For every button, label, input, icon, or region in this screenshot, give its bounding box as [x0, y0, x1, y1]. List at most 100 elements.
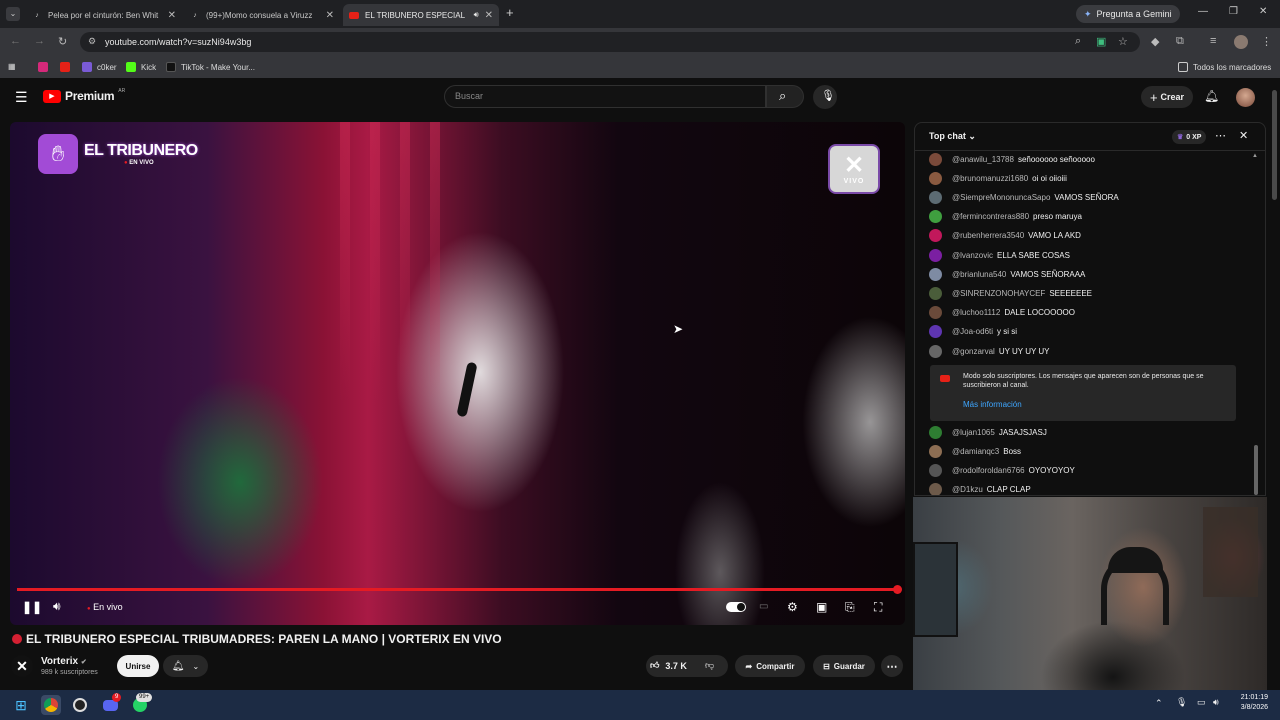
reading-list-icon[interactable]: ≡: [1210, 35, 1216, 47]
chat-user-avatar[interactable]: [929, 483, 942, 495]
subtitles-icon[interactable]: ▭: [759, 601, 768, 612]
chat-username[interactable]: @Joa-od6ti: [952, 327, 993, 336]
chat-user-avatar[interactable]: [929, 463, 942, 477]
chat-username[interactable]: @SiempreMononuncaSapo: [952, 193, 1050, 202]
chat-user-avatar[interactable]: [929, 210, 942, 224]
apps-icon[interactable]: ▦: [8, 62, 16, 71]
gemini-button[interactable]: ✦ Pregunta a Gemini: [1076, 5, 1180, 23]
tray-volume-icon[interactable]: 🔊︎: [1213, 697, 1219, 708]
bookmark-tiktok[interactable]: TikTok - Make Your...: [166, 62, 255, 72]
hamburger-menu-icon[interactable]: ☰: [15, 89, 28, 106]
fullscreen-icon[interactable]: ⛶: [874, 600, 882, 615]
chat-username[interactable]: @D1kzu: [952, 485, 983, 494]
chat-username[interactable]: @lujan1065: [952, 428, 995, 437]
chat-user-avatar[interactable]: [929, 229, 942, 243]
chat-message[interactable]: @rodolforoldan6766 OYOYOYOY: [929, 462, 1075, 478]
progress-scrubber[interactable]: [893, 585, 902, 594]
chat-username[interactable]: @gonzarval: [952, 347, 995, 356]
speaker-icon[interactable]: 🔊︎: [474, 10, 479, 20]
miniplayer-icon[interactable]: ▣: [816, 600, 827, 614]
youtube-bookmark-icon[interactable]: [60, 62, 75, 72]
live-indicator[interactable]: ● En vivo: [87, 602, 123, 612]
restore-button[interactable]: ❐: [1229, 6, 1238, 17]
chat-user-avatar[interactable]: [929, 152, 942, 166]
more-actions-button[interactable]: ⋯: [881, 655, 903, 677]
voice-search-button[interactable]: 🎙︎: [813, 85, 837, 109]
chat-message[interactable]: @rubenherrera3540 VAMO LA AKD: [929, 228, 1081, 244]
chat-user-avatar[interactable]: [929, 267, 942, 281]
puzzle-icon[interactable]: ⧉: [1176, 35, 1184, 48]
settings-gear-icon[interactable]: ⚙︎: [787, 600, 798, 614]
search-button[interactable]: ⌕: [766, 85, 804, 108]
chat-user-avatar[interactable]: [929, 286, 942, 300]
chat-message[interactable]: @lvanzovic ELLA SABE COSAS: [929, 247, 1070, 263]
bookmark-kick[interactable]: Kick: [126, 62, 156, 72]
chat-message[interactable]: @fermincontreras880 preso maruya: [929, 209, 1082, 225]
tray-mic-icon[interactable]: 🎙︎: [1176, 697, 1187, 708]
channel-avatar[interactable]: ✕: [11, 655, 33, 677]
autoplay-toggle[interactable]: [726, 602, 746, 612]
channel-name[interactable]: Vorterix ✔︎: [41, 656, 87, 667]
chat-message[interactable]: @anawilu_13788 señoooooo señooooo: [929, 151, 1095, 167]
join-button[interactable]: Unirse: [117, 655, 159, 677]
chat-message[interactable]: @SINRENZONOHAYCEF SEEEEEEE: [929, 285, 1092, 301]
close-icon[interactable]: ✕: [485, 10, 493, 21]
volume-icon[interactable]: 🔊︎: [53, 599, 61, 614]
account-avatar[interactable]: [1236, 88, 1255, 107]
chat-mode-dropdown[interactable]: Top chat ⌄: [929, 131, 976, 142]
chat-message[interactable]: @brianluna540 VAMOS SEÑORAAA: [929, 266, 1085, 282]
chat-username[interactable]: @luchoo1112: [952, 308, 1000, 317]
video-progress-bar[interactable]: [17, 588, 901, 591]
tab-3-active[interactable]: EL TRIBUNERO ESPECIAL 🔊︎ ✕: [343, 4, 499, 26]
chat-username[interactable]: @anawilu_13788: [952, 155, 1014, 164]
site-info-icon[interactable]: ⚙︎: [88, 36, 96, 47]
forward-icon[interactable]: →: [34, 35, 45, 47]
menu-dots-icon[interactable]: ⋮: [1261, 35, 1272, 48]
chat-username[interactable]: @brianluna540: [952, 270, 1006, 279]
create-button[interactable]: + Crear: [1141, 86, 1193, 108]
subscription-bell-button[interactable]: 🔔︎ ⌄: [163, 655, 208, 677]
chat-user-avatar[interactable]: [929, 425, 942, 439]
chat-user-avatar[interactable]: [929, 171, 942, 185]
share-button[interactable]: ➦ Compartir: [735, 655, 805, 677]
chat-message[interactable]: @lujan1065 JASAJSJASJ: [929, 424, 1047, 440]
notifications-bell-icon[interactable]: 🔔︎: [1204, 89, 1219, 103]
close-icon[interactable]: ✕: [168, 10, 176, 21]
tray-chevron-icon[interactable]: ⌃: [1155, 698, 1163, 709]
chat-username[interactable]: @rubenherrera3540: [952, 231, 1024, 240]
minimize-button[interactable]: —: [1198, 6, 1208, 17]
chat-message[interactable]: @SiempreMononuncaSapo VAMOS SEÑORA: [929, 189, 1119, 205]
new-tab-button[interactable]: +: [506, 5, 514, 20]
bookmark-c0ker[interactable]: c0ker: [82, 62, 117, 72]
chat-username[interactable]: @damianqc3: [952, 447, 999, 456]
chat-user-avatar[interactable]: [929, 306, 942, 320]
cast-icon[interactable]: ⎘: [845, 600, 855, 615]
dislike-button[interactable]: 👎︎: [705, 660, 714, 671]
tab-2[interactable]: ♪ (99+)Momo consuela a Viruzz ✕: [184, 4, 340, 26]
url-text[interactable]: youtube.com/watch?v=suzNi94w3bg: [105, 37, 251, 47]
chat-message[interactable]: @damianqc3 Boss: [929, 443, 1021, 459]
pause-icon[interactable]: ❚❚: [22, 600, 42, 614]
close-icon[interactable]: ✕: [326, 10, 334, 21]
chat-user-avatar[interactable]: [929, 325, 942, 339]
chrome-taskbar-icon[interactable]: [41, 695, 61, 715]
chat-message[interactable]: @D1kzu CLAP CLAP: [929, 482, 1031, 495]
search-input[interactable]: Buscar: [444, 85, 766, 108]
system-clock[interactable]: 21:01:19 3/8/2026: [1228, 693, 1268, 713]
window-close-button[interactable]: ✕: [1259, 6, 1267, 17]
chat-user-avatar[interactable]: [929, 344, 942, 358]
all-bookmarks[interactable]: Todos los marcadores: [1178, 62, 1271, 72]
instagram-icon[interactable]: [38, 62, 53, 72]
chat-user-avatar[interactable]: [929, 248, 942, 262]
chat-message[interactable]: @gonzarval UY UY UY UY: [929, 343, 1050, 359]
extension-icon[interactable]: ◆: [1151, 35, 1159, 48]
like-button[interactable]: 👍︎ 3.7 K: [650, 660, 687, 671]
chat-username[interactable]: @rodolforoldan6766: [952, 466, 1025, 475]
chat-username[interactable]: @SINRENZONOHAYCEF: [952, 289, 1045, 298]
back-icon[interactable]: ←: [10, 35, 21, 47]
save-button[interactable]: ⊟ Guardar: [813, 655, 875, 677]
chat-username[interactable]: @lvanzovic: [952, 251, 993, 260]
reload-icon[interactable]: ↻: [58, 35, 67, 48]
vertical-scrollbar[interactable]: [1272, 90, 1277, 200]
tray-network-icon[interactable]: ▭: [1197, 697, 1206, 708]
